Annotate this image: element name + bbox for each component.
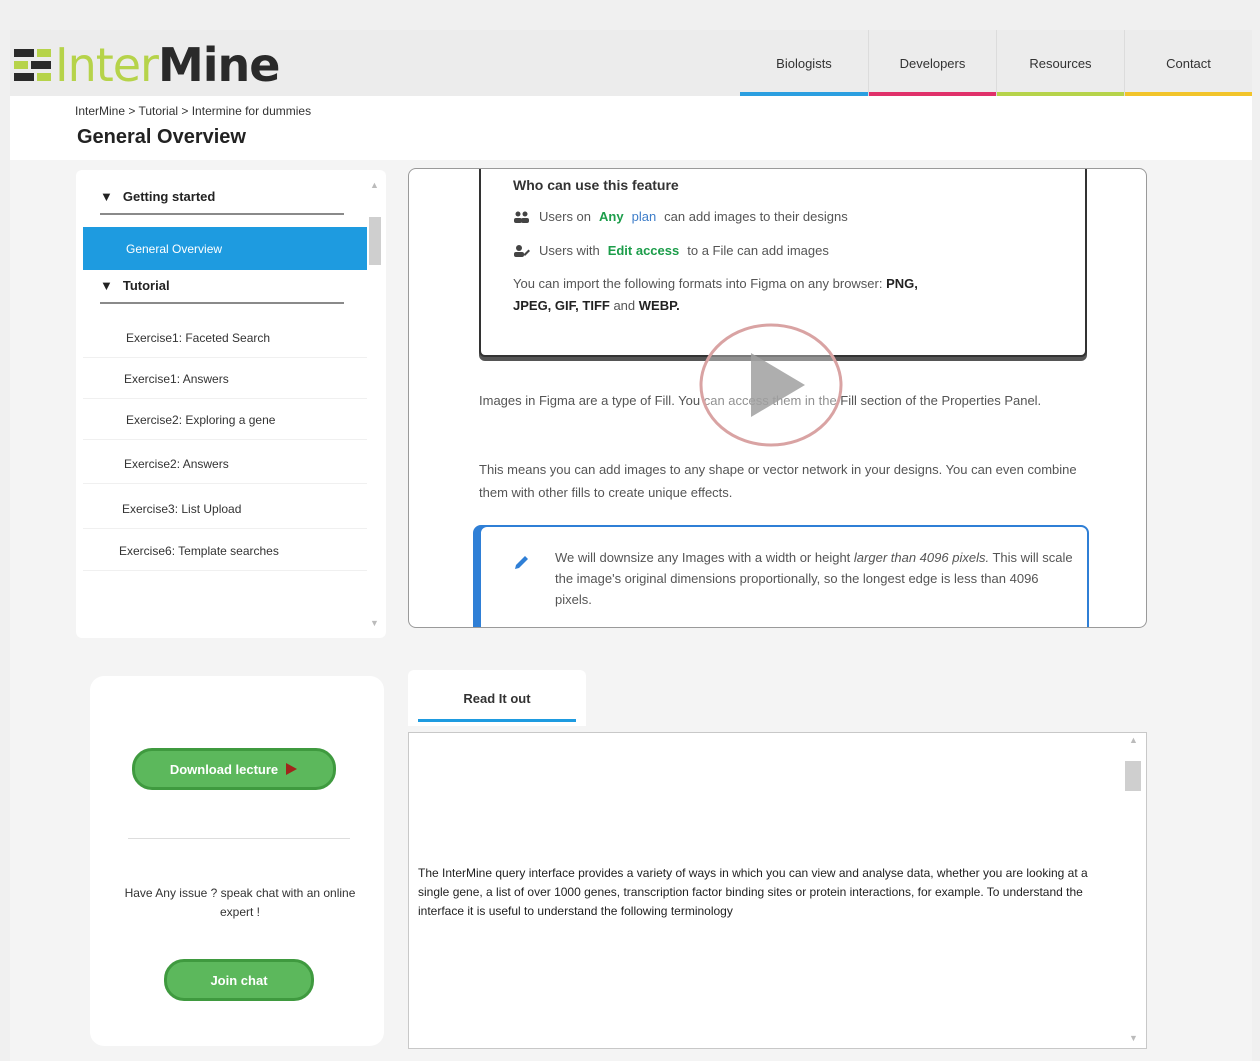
downsize-note: We will downsize any Images with a width… [479, 525, 1089, 627]
formats-text: You can import the following formats int… [513, 276, 918, 313]
chat-prompt-text: Have Any issue ? speak chat with an onli… [124, 886, 356, 919]
logo-text: InterMine [55, 38, 280, 92]
row-text: to a File can add images [687, 243, 829, 258]
scroll-up-icon[interactable]: ▲ [370, 180, 379, 190]
nav-contact[interactable]: Contact [1124, 30, 1252, 96]
sidebar-item-exercise2-exploring-gene[interactable]: Exercise2: Exploring a gene [83, 400, 367, 440]
sidebar-item-label: Exercise3: List Upload [122, 501, 242, 516]
tab-label: Read It out [463, 690, 531, 706]
note-text: We will downsize any Images with a width… [555, 550, 1073, 607]
sidebar-item-exercise2-answers[interactable]: Exercise2: Answers [83, 444, 367, 484]
sidebar-item-label: General Overview [126, 241, 223, 256]
tab-read-it-out[interactable]: Read It out [408, 670, 586, 726]
sidebar-item-label: Exercise1: Answers [124, 371, 229, 386]
feature-title: Who can use this feature [513, 177, 679, 193]
sidebar-item-label: Exercise2: Exploring a gene [126, 412, 276, 427]
section-divider [100, 302, 344, 304]
scroll-down-icon[interactable]: ▼ [370, 618, 379, 628]
sidebar-item-label: Exercise1: Faceted Search [126, 330, 271, 345]
intermine-logo[interactable]: InterMine [14, 38, 280, 92]
sidebar-scrollbar-thumb[interactable] [369, 217, 381, 265]
join-chat-button[interactable]: Join chat [164, 959, 314, 1001]
nav-label: Contact [1166, 55, 1211, 71]
breadcrumb[interactable]: InterMine > Tutorial > Intermine for dum… [75, 104, 311, 118]
lecture-content-panel[interactable]: Who can use this feature Users on Any pl… [408, 168, 1147, 628]
section-divider [100, 213, 344, 215]
actions-card: Download lecture Have Any issue ? speak … [90, 676, 384, 1046]
feature-row-access: Users with Edit access to a File can add… [513, 243, 829, 258]
nav-label: Resources [1029, 55, 1092, 71]
tab-underline [418, 719, 576, 722]
reader-scrollbar-thumb[interactable] [1125, 761, 1141, 791]
scroll-up-icon[interactable]: ▲ [1129, 735, 1138, 745]
users-icon [514, 211, 529, 223]
nav-resources[interactable]: Resources [996, 30, 1124, 96]
reader-text: The InterMine query interface provides a… [418, 866, 1088, 918]
user-edit-icon [514, 244, 530, 257]
section-label: Getting started [122, 189, 216, 204]
header: InterMine Biologists Developers Resource… [10, 30, 1252, 96]
page: InterMine Biologists Developers Resource… [10, 30, 1252, 1061]
read-it-out-panel[interactable]: The InterMine query interface provides a… [408, 732, 1147, 1049]
sidebar-item-label: Exercise6: Template searches [119, 543, 279, 558]
sidebar-item-exercise1-faceted-search[interactable]: Exercise1: Faceted Search [83, 318, 367, 358]
nav-label: Biologists [776, 55, 832, 71]
feature-row-plan: Users on Any plan can add images to thei… [513, 209, 848, 224]
sidebar-item-general-overview[interactable]: General Overview [83, 227, 367, 270]
play-video-icon[interactable] [697, 321, 845, 449]
row-text: Users with [539, 243, 600, 258]
download-lecture-button[interactable]: Download lecture [132, 748, 336, 790]
scroll-down-icon[interactable]: ▼ [1129, 1033, 1138, 1043]
sidebar-item-exercise1-answers[interactable]: Exercise1: Answers [83, 359, 367, 399]
card-divider [128, 838, 350, 839]
pencil-icon [515, 556, 528, 569]
sidebar-item-exercise3-list-upload[interactable]: Exercise3: List Upload [83, 489, 367, 529]
row-text: can add images to their designs [664, 209, 848, 224]
row-text: Users on [539, 209, 592, 224]
sidebar: ▼ Getting started General Overview ▼ Tut… [76, 170, 386, 638]
main-nav: Biologists Developers Resources Contact [740, 30, 1252, 96]
sidebar-item-exercise6-template-searches[interactable]: Exercise6: Template searches [83, 531, 367, 571]
button-label: Join chat [210, 972, 268, 988]
logo-mark-icon [14, 49, 51, 81]
row-highlight: Any [599, 209, 624, 224]
triangle-down-icon: ▼ [100, 278, 113, 293]
paragraph-vector: This means you can add images to any sha… [479, 462, 1077, 500]
play-arrow-icon [286, 763, 298, 775]
section-label: Tutorial [122, 278, 170, 293]
nav-label: Developers [899, 55, 966, 71]
triangle-down-icon: ▼ [100, 189, 113, 204]
sidebar-item-label: Exercise2: Answers [124, 456, 229, 471]
section-getting-started[interactable]: ▼ Getting started [100, 189, 215, 204]
section-tutorial[interactable]: ▼ Tutorial [100, 278, 170, 293]
row-highlight: Edit access [607, 243, 680, 258]
nav-biologists[interactable]: Biologists [740, 30, 868, 96]
page-title: General Overview [77, 126, 246, 148]
nav-developers[interactable]: Developers [868, 30, 996, 96]
row-link[interactable]: plan [632, 209, 657, 224]
button-label: Download lecture [169, 761, 279, 777]
